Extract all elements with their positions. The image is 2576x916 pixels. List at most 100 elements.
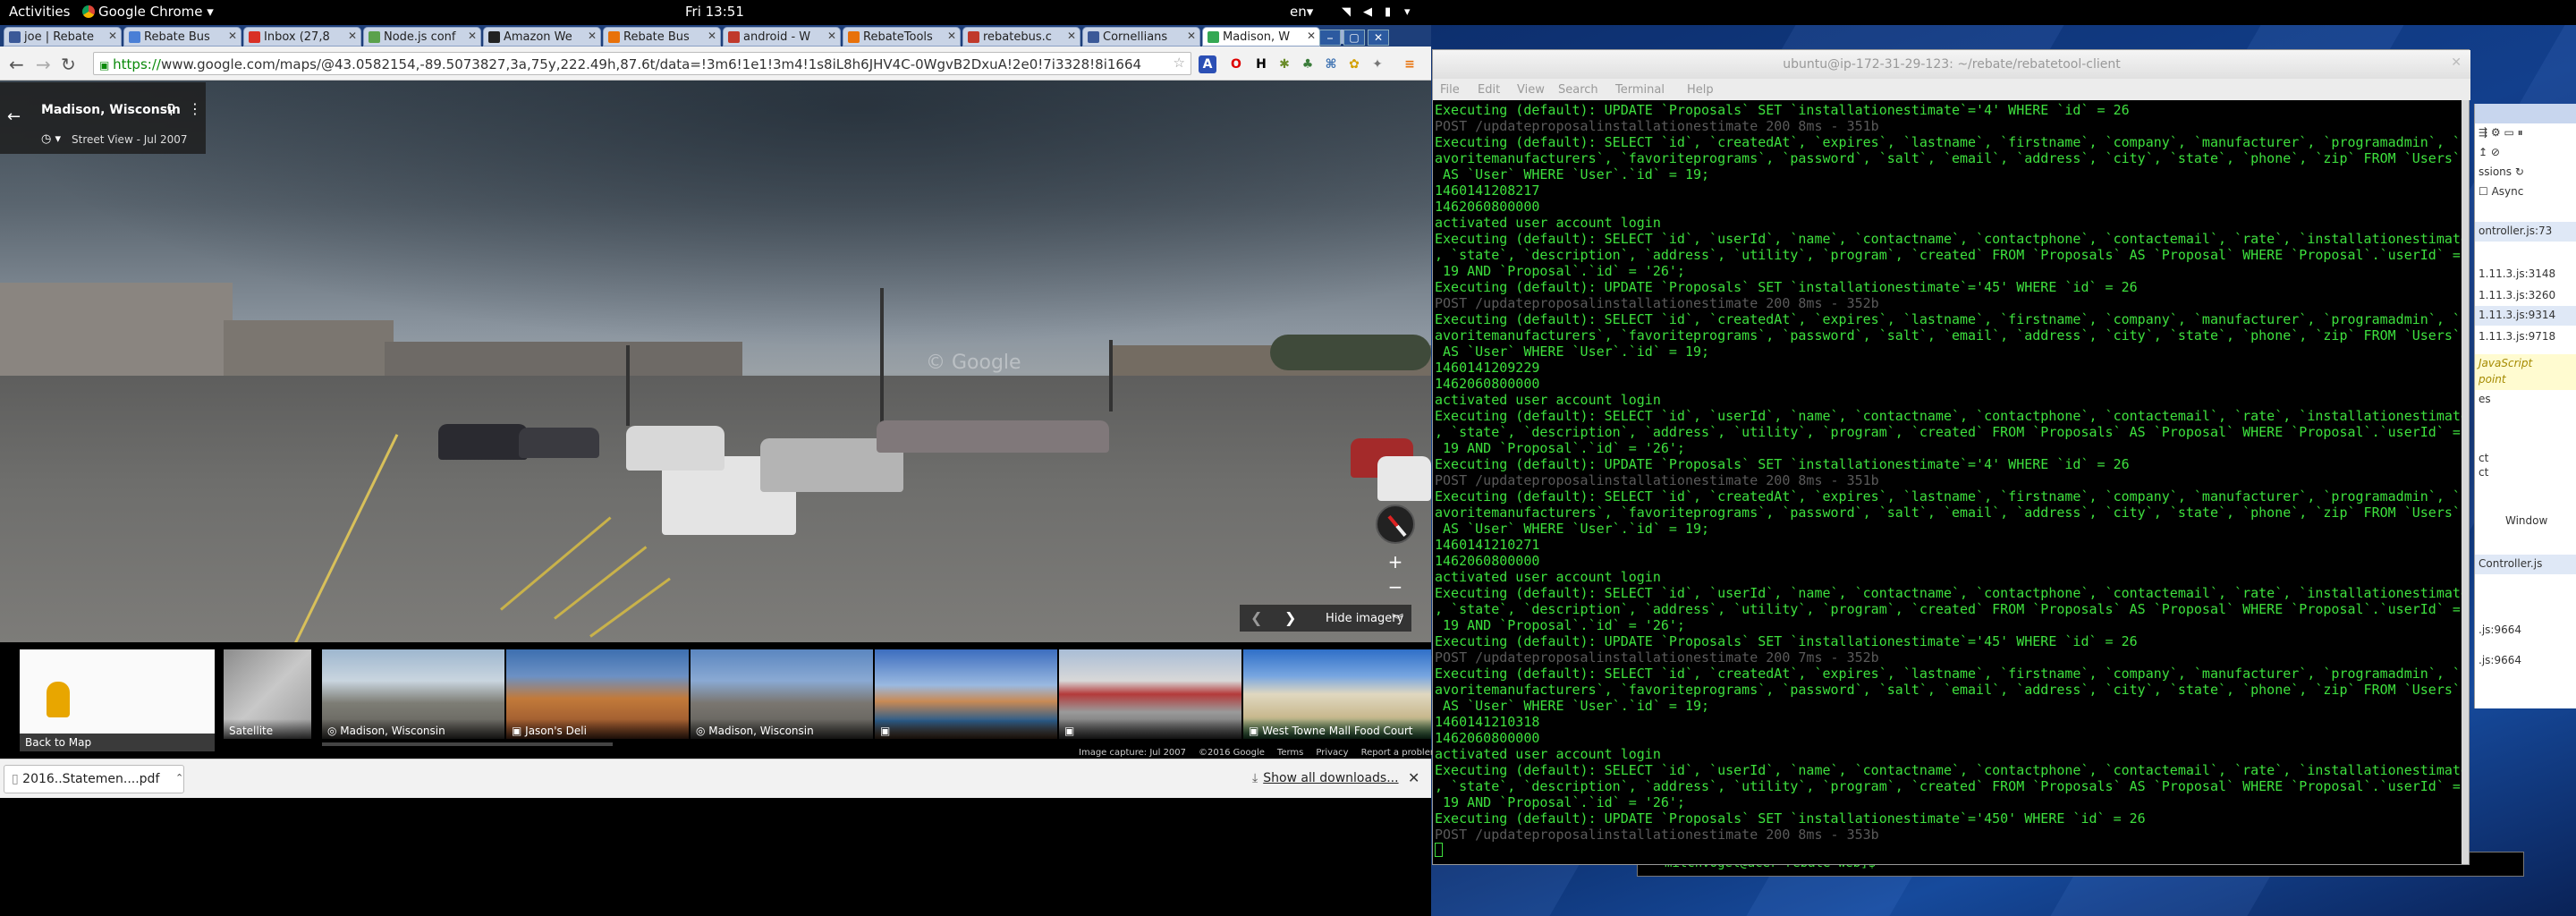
- browser-tab[interactable]: joe | Rebate ✕: [4, 27, 122, 47]
- callstack-row[interactable]: .js:9664: [2475, 651, 2576, 671]
- zoom-out-button[interactable]: −: [1383, 576, 1408, 599]
- power-menu-icon[interactable]: ▾: [1404, 5, 1419, 19]
- thumbnail-photo[interactable]: ◎ Madison, Wisconsin: [322, 649, 504, 739]
- extension-h-icon[interactable]: H: [1252, 55, 1270, 73]
- terminal-scrollbar[interactable]: [2462, 100, 2469, 864]
- extension-opera-icon[interactable]: O: [1227, 55, 1245, 73]
- app-menu[interactable]: Google Chrome ▾: [82, 4, 214, 20]
- chrome-menu-icon[interactable]: ≡: [1401, 55, 1419, 73]
- download-item[interactable]: ▯ 2016..Statemen....pdf: [4, 765, 184, 793]
- bookmark-star-icon[interactable]: ☆: [1174, 55, 1185, 71]
- callstack-row[interactable]: .js:9664: [2475, 621, 2576, 640]
- terminal-output[interactable]: Executing (default): UPDATE `Proposals` …: [1433, 100, 2463, 864]
- scope-row[interactable]: Window: [2502, 512, 2576, 531]
- compass-icon[interactable]: [1376, 505, 1415, 544]
- browser-tab[interactable]: Node.js conf ✕: [363, 27, 481, 47]
- thumbnail-photo[interactable]: ▣: [875, 649, 1057, 739]
- terms-link[interactable]: Terms: [1277, 748, 1303, 758]
- maximize-button[interactable]: ▢: [1343, 30, 1365, 46]
- browser-tab[interactable]: RebateTools ✕: [843, 27, 961, 47]
- close-download-bar-icon[interactable]: ✕: [1408, 769, 1419, 786]
- extension-puzzle-icon[interactable]: ✱: [1275, 55, 1293, 73]
- thumbnail-photo[interactable]: ◎ Madison, Wisconsin: [691, 649, 873, 739]
- close-tab-icon[interactable]: ✕: [827, 30, 836, 42]
- close-tab-icon[interactable]: ✕: [588, 30, 597, 42]
- browser-tab[interactable]: Rebate Bus ✕: [123, 27, 242, 47]
- extension-adblock-icon[interactable]: A: [1199, 55, 1216, 73]
- browser-tab[interactable]: android - W ✕: [723, 27, 841, 47]
- menu-search[interactable]: Search: [1558, 83, 1598, 97]
- devtools-dock-icon[interactable]: ⇶: [2479, 126, 2487, 139]
- menu-view[interactable]: View: [1517, 83, 1545, 97]
- close-tab-icon[interactable]: ✕: [1067, 30, 1076, 42]
- download-menu-chevron-icon[interactable]: ⌃: [175, 772, 183, 784]
- close-tab-icon[interactable]: ✕: [108, 30, 117, 42]
- browser-tab[interactable]: Amazon We ✕: [483, 27, 601, 47]
- street-view-canvas[interactable]: © Google: [0, 81, 1431, 642]
- menu-help[interactable]: Help: [1687, 83, 1714, 97]
- devtools-async-checkbox[interactable]: ☐ Async: [2475, 182, 2576, 202]
- back-arrow-icon[interactable]: ←: [9, 54, 24, 75]
- close-tab-icon[interactable]: ✕: [1307, 30, 1316, 42]
- close-tab-icon[interactable]: ✕: [947, 30, 956, 42]
- zoom-in-button[interactable]: +: [1383, 551, 1408, 574]
- menu-edit[interactable]: Edit: [1478, 83, 1500, 97]
- step-icon[interactable]: ↥: [2479, 146, 2487, 158]
- close-tab-icon[interactable]: ✕: [468, 30, 477, 42]
- extension-gear-icon[interactable]: ✦: [1368, 55, 1386, 73]
- browser-tab[interactable]: Madison, W ✕: [1202, 27, 1320, 47]
- wifi-icon[interactable]: ◥: [1342, 5, 1356, 19]
- more-options-icon[interactable]: ⋮: [188, 100, 202, 117]
- callstack-row[interactable]: Controller.js: [2475, 555, 2576, 574]
- next-arrow-icon[interactable]: ❯: [1284, 609, 1296, 626]
- devtools-pause-icon[interactable]: ⏸: [2518, 126, 2523, 139]
- close-tab-icon[interactable]: ✕: [1187, 30, 1196, 42]
- battery-icon[interactable]: ▮: [1385, 5, 1399, 19]
- thumbnail-photo[interactable]: ▣: [1059, 649, 1241, 739]
- language-indicator[interactable]: en▾: [1290, 4, 1313, 20]
- prev-arrow-icon[interactable]: ❮: [1250, 609, 1262, 626]
- time-travel-icon[interactable]: ◷ ▾: [41, 132, 61, 146]
- show-all-downloads-link[interactable]: ⤓ Show all downloads...: [1252, 771, 1399, 785]
- chevron-down-icon[interactable]: ︾: [1392, 610, 1403, 627]
- callstack-row[interactable]: 1.11.3.js:3148: [2475, 265, 2576, 284]
- privacy-link[interactable]: Privacy: [1316, 748, 1348, 758]
- extension-tree-icon[interactable]: ♣: [1299, 55, 1317, 73]
- extension-network-icon[interactable]: ⌘: [1322, 55, 1340, 73]
- browser-tab[interactable]: Inbox (27,8 ✕: [243, 27, 361, 47]
- filmstrip-scrollbar[interactable]: [322, 742, 613, 746]
- scope-row[interactable]: es: [2475, 390, 2576, 410]
- reload-icon[interactable]: ↻: [61, 54, 76, 75]
- back-to-map-tile[interactable]: Back to Map: [20, 649, 215, 751]
- browser-tab[interactable]: Cornellians ✕: [1082, 27, 1200, 47]
- callstack-row[interactable]: ontroller.js:73: [2475, 222, 2576, 242]
- close-tab-icon[interactable]: ✕: [228, 30, 237, 42]
- minimize-button[interactable]: ⎯: [1319, 30, 1341, 46]
- clock[interactable]: Fri 13:51: [685, 4, 744, 20]
- browser-tab[interactable]: rebatebus.c ✕: [962, 27, 1080, 47]
- report-problem-link[interactable]: Report a problem: [1361, 748, 1439, 758]
- deactivate-breakpoints-icon[interactable]: ⊘: [2491, 146, 2500, 158]
- address-bar[interactable]: ▣ https://www.google.com/maps/@43.058215…: [93, 52, 1191, 75]
- thumbnail-satellite[interactable]: Satellite: [224, 649, 311, 739]
- activities-button[interactable]: Activities: [9, 4, 70, 20]
- callstack-row[interactable]: 1.11.3.js:9314: [2475, 306, 2576, 326]
- forward-arrow-icon[interactable]: →: [36, 54, 51, 75]
- callstack-row[interactable]: 1.11.3.js:9718: [2475, 327, 2576, 347]
- browser-tab[interactable]: Rebate Bus ✕: [603, 27, 721, 47]
- extension-colors-icon[interactable]: ✿: [1345, 55, 1363, 73]
- close-icon[interactable]: ✕: [2451, 55, 2462, 70]
- close-tab-icon[interactable]: ✕: [708, 30, 716, 42]
- devtools-window-icon[interactable]: ▭: [2504, 126, 2513, 139]
- scope-row[interactable]: ct: [2475, 463, 2576, 483]
- location-pin-icon[interactable]: ⚲: [166, 101, 176, 117]
- menu-terminal[interactable]: Terminal: [1615, 83, 1665, 97]
- close-window-button[interactable]: ✕: [1368, 30, 1389, 46]
- thumbnail-photo[interactable]: ▣ West Towne Mall Food Court: [1243, 649, 1431, 739]
- devtools-settings-icon[interactable]: ⚙: [2491, 126, 2501, 139]
- callstack-row[interactable]: 1.11.3.js:3260: [2475, 286, 2576, 306]
- volume-icon[interactable]: ◀: [1363, 5, 1377, 19]
- menu-file[interactable]: File: [1440, 83, 1460, 97]
- close-tab-icon[interactable]: ✕: [348, 30, 357, 42]
- back-arrow-icon[interactable]: ←: [7, 107, 21, 126]
